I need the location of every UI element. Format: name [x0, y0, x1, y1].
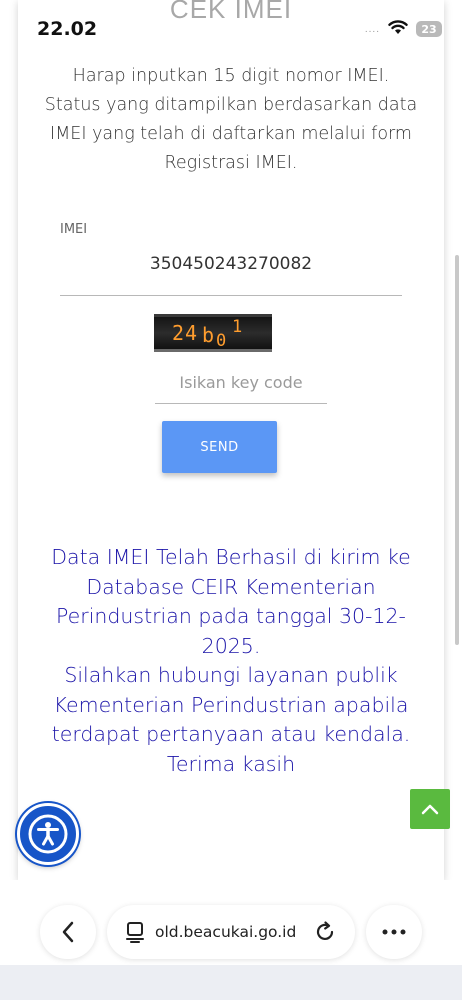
result-line: Database CEIR Kementerian [86, 574, 376, 599]
result-line: Terima kasih [166, 751, 296, 776]
accessibility-button[interactable] [17, 803, 79, 865]
intro-line: Harap inputkan 15 digit nomor IMEI. [72, 66, 390, 86]
wifi-icon [388, 19, 408, 40]
page-icon [126, 922, 144, 943]
back-icon [62, 921, 74, 943]
send-button[interactable]: SEND [162, 421, 277, 473]
intro-text: Harap inputkan 15 digit nomor IMEI. Stat… [30, 62, 432, 178]
result-line: Kementerian Perindustrian apabila [53, 692, 409, 717]
imei-field[interactable]: 350450243270082 [60, 254, 402, 274]
scroll-top-button[interactable] [410, 789, 450, 829]
more-icon [382, 929, 406, 935]
back-button[interactable] [40, 905, 96, 959]
captcha-char: 4 [185, 321, 198, 345]
intro-line: Registrasi IMEI. [164, 153, 298, 173]
result-line: Data IMEI Telah Berhasil di kirim ke [51, 545, 411, 569]
captcha-image: 2 4 b 0 1 [154, 314, 272, 352]
imei-label: IMEI [60, 222, 88, 237]
signal-dots: .... [364, 23, 380, 35]
battery-icon: 23 [416, 21, 442, 37]
intro-line: Status yang ditampilkan berdasarkan data [44, 95, 418, 115]
captcha-char: b [202, 323, 215, 347]
imei-field-underline [60, 295, 402, 296]
status-icons: .... 23 [364, 19, 442, 40]
captcha-char: 0 [216, 331, 227, 351]
home-indicator-area [0, 965, 462, 1000]
address-bar[interactable]: old.beacukai.go.id [107, 905, 355, 959]
result-message: Data IMEI Telah Berhasil di kirim ke Dat… [30, 543, 432, 779]
accessibility-icon [28, 814, 68, 854]
status-bar: CEK IMEI 22.02 .... 23 [0, 0, 462, 58]
keycode-input[interactable] [155, 362, 327, 404]
more-button[interactable] [366, 905, 422, 959]
reload-icon[interactable] [314, 921, 336, 943]
status-time: 22.02 [37, 18, 98, 40]
result-line: 2025. [201, 633, 261, 658]
captcha-char: 1 [232, 317, 243, 337]
chevron-up-icon [421, 804, 439, 815]
result-line: Perindustrian pada tanggal 30-12- [56, 604, 406, 628]
result-line: terdapat pertanyaan atau kendala. [51, 722, 411, 746]
captcha-char: 2 [172, 321, 185, 345]
intro-line: IMEI yang telah di daftarkan melalui for… [50, 124, 412, 144]
url-text: old.beacukai.go.id [155, 923, 297, 941]
result-line: Silahkan hubungi layanan publik [64, 663, 398, 687]
scrollbar[interactable] [455, 255, 459, 645]
